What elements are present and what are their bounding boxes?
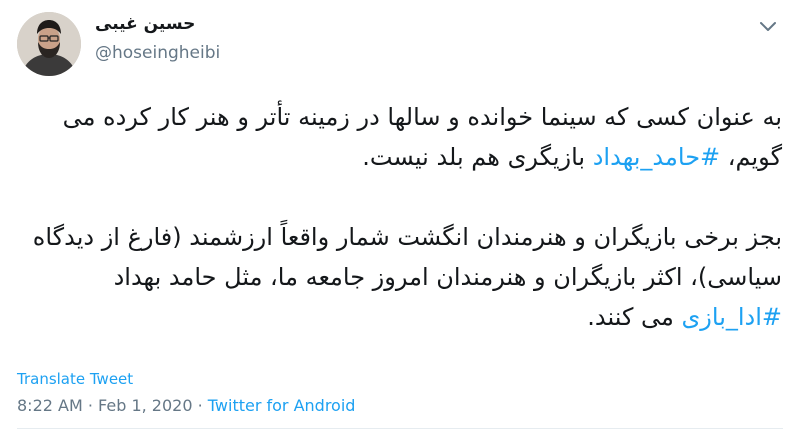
- tweet-source-link[interactable]: Twitter for Android: [208, 396, 356, 415]
- chevron-down-icon[interactable]: [756, 14, 780, 38]
- author-name[interactable]: حسین غیبی: [95, 14, 195, 34]
- avatar[interactable]: [17, 12, 81, 76]
- tweet-paragraph-1: به عنوان کسی که سینما خوانده و سالها در …: [20, 97, 782, 177]
- hashtag-link[interactable]: #حامد_بهداد: [593, 143, 720, 171]
- tweet-date[interactable]: Feb 1, 2020: [98, 396, 192, 415]
- divider: [17, 428, 783, 429]
- meta-separator: ·: [192, 396, 208, 415]
- tweet-meta: 8:22 AM · Feb 1, 2020 · Twitter for Andr…: [17, 396, 355, 415]
- translate-tweet-link[interactable]: Translate Tweet: [17, 370, 133, 388]
- tweet-paragraph-2: بجز برخی بازیگران و هنرمندان انگشت شمار …: [20, 217, 782, 337]
- tweet-text-segment: بازیگری هم بلد نیست.: [362, 143, 593, 171]
- tweet-text-segment: بجز برخی بازیگران و هنرمندان انگشت شمار …: [32, 223, 782, 291]
- hashtag-link[interactable]: #ادا_بازی: [682, 303, 783, 331]
- tweet-card: حسین غیبی @hoseingheibi به عنوان کسی که …: [0, 0, 800, 439]
- tweet-text: به عنوان کسی که سینما خوانده و سالها در …: [20, 97, 782, 337]
- meta-separator: ·: [82, 396, 99, 415]
- avatar-image: [17, 12, 81, 76]
- tweet-text-segment: می کنند.: [587, 303, 682, 331]
- author-handle[interactable]: @hoseingheibi: [95, 43, 220, 63]
- tweet-time[interactable]: 8:22 AM: [17, 396, 83, 415]
